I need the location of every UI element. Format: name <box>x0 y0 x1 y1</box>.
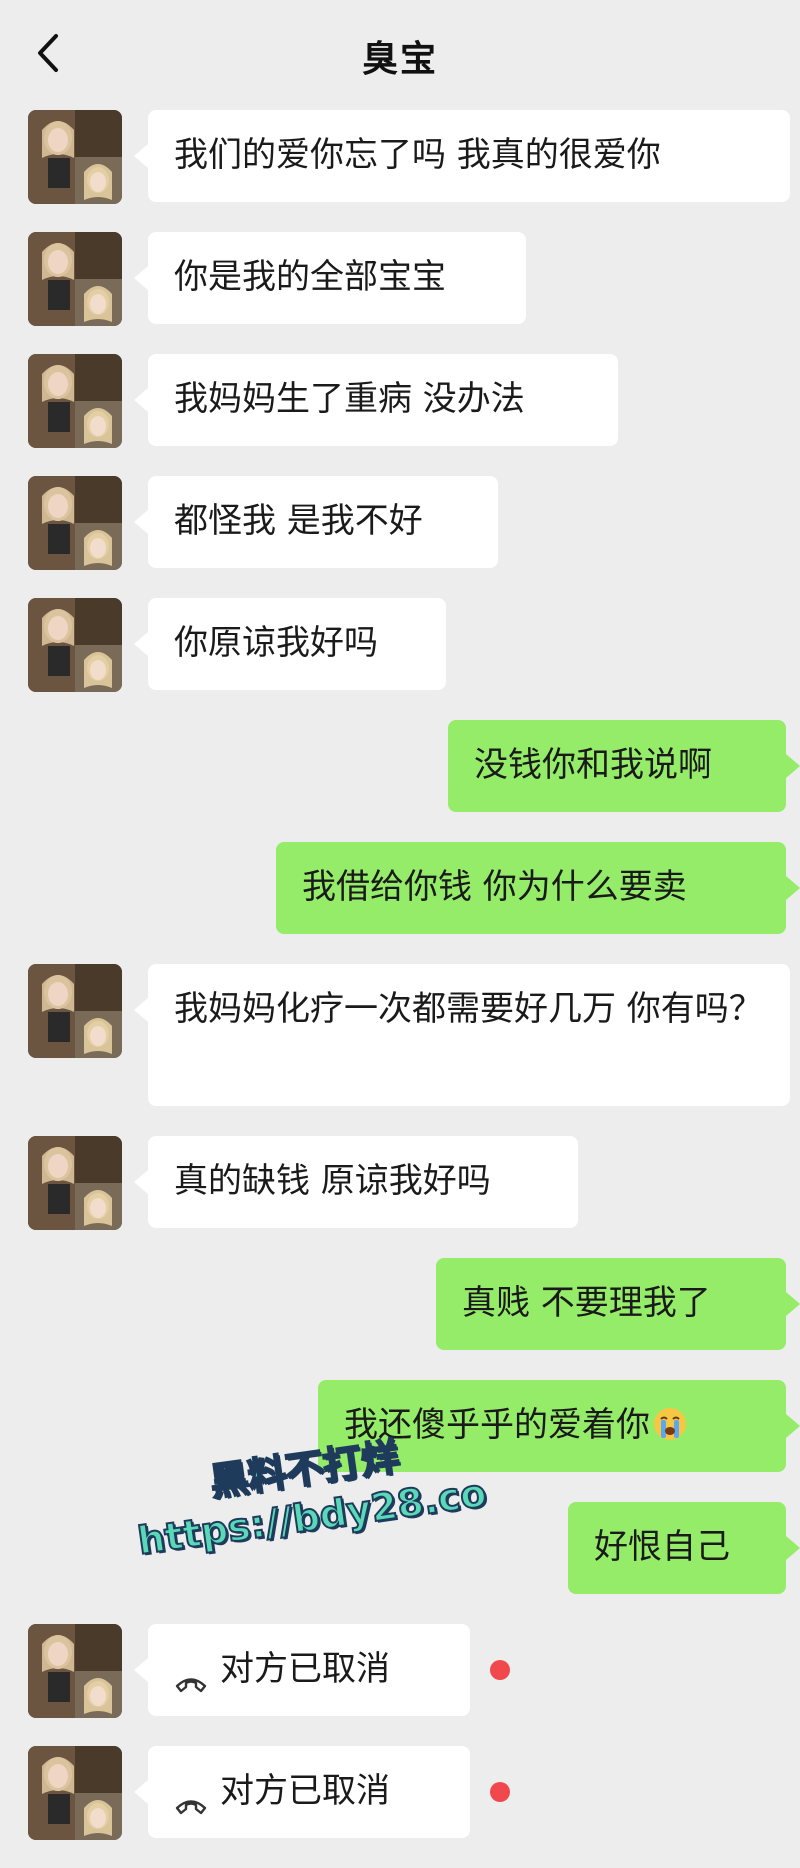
message-text: 你是我的全部宝宝 <box>174 257 446 297</box>
unread-dot-icon <box>490 1660 510 1680</box>
message-text: 真贱 不要理我了 <box>462 1283 711 1323</box>
phone-hangup-icon <box>174 1657 208 1692</box>
message-text: 我借给你钱 你为什么要卖 <box>302 867 687 907</box>
phone-hangup-icon <box>174 1779 208 1814</box>
incoming-message-bubble[interactable]: 我妈妈生了重病 没办法 <box>134 354 618 446</box>
message-text: 我妈妈生了重病 没办法 <box>174 379 525 419</box>
incoming-message-bubble[interactable]: 都怪我 是我不好 <box>134 476 498 568</box>
contact-avatar[interactable] <box>28 1624 122 1718</box>
loudly-crying-face-icon <box>652 1406 688 1442</box>
message-text: 没钱你和我说啊 <box>474 745 712 785</box>
contact-avatar[interactable] <box>28 964 122 1058</box>
contact-avatar[interactable] <box>28 354 122 448</box>
contact-avatar[interactable] <box>28 476 122 570</box>
call-status-text: 对方已取消 <box>220 1649 390 1689</box>
contact-avatar[interactable] <box>28 232 122 326</box>
contact-avatar[interactable] <box>28 598 122 692</box>
watermark-line-2: https://bdy28.co <box>134 1470 490 1564</box>
incoming-message-bubble[interactable]: 我们的爱你忘了吗 我真的很爱你 <box>134 110 790 202</box>
outgoing-message-bubble[interactable]: 好恨自己 <box>568 1502 800 1594</box>
message-text: 真的缺钱 原谅我好吗 <box>174 1161 491 1201</box>
call-status-text: 对方已取消 <box>220 1771 390 1811</box>
outgoing-message-bubble[interactable]: 没钱你和我说啊 <box>448 720 800 812</box>
incoming-message-bubble[interactable]: 你原谅我好吗 <box>134 598 446 690</box>
outgoing-message-bubble[interactable]: 我还傻乎乎的爱着你 <box>318 1380 800 1472</box>
outgoing-message-bubble[interactable]: 真贱 不要理我了 <box>436 1258 800 1350</box>
top-bar: 臭宝 <box>0 0 800 108</box>
message-text: 我们的爱你忘了吗 我真的很爱你 <box>174 135 661 175</box>
message-text: 我还傻乎乎的爱着你 <box>344 1405 650 1445</box>
call-record-bubble[interactable]: 对方已取消 <box>134 1624 470 1716</box>
message-text: 我妈妈化疗一次都需要好几万 你有吗？ <box>174 989 763 1029</box>
incoming-message-bubble[interactable]: 真的缺钱 原谅我好吗 <box>134 1136 578 1228</box>
message-text: 你原谅我好吗 <box>174 623 378 663</box>
unread-dot-icon <box>490 1782 510 1802</box>
message-text: 好恨自己 <box>594 1527 730 1567</box>
contact-avatar[interactable] <box>28 110 122 204</box>
contact-avatar[interactable] <box>28 1136 122 1230</box>
contact-avatar[interactable] <box>28 1746 122 1840</box>
outgoing-message-bubble[interactable]: 我借给你钱 你为什么要卖 <box>276 842 800 934</box>
incoming-message-bubble[interactable]: 你是我的全部宝宝 <box>134 232 526 324</box>
incoming-message-bubble[interactable]: 我妈妈化疗一次都需要好几万 你有吗？ <box>134 964 790 1106</box>
message-text: 都怪我 是我不好 <box>174 501 423 541</box>
chat-title: 臭宝 <box>361 39 438 80</box>
call-record-bubble[interactable]: 对方已取消 <box>134 1746 470 1838</box>
